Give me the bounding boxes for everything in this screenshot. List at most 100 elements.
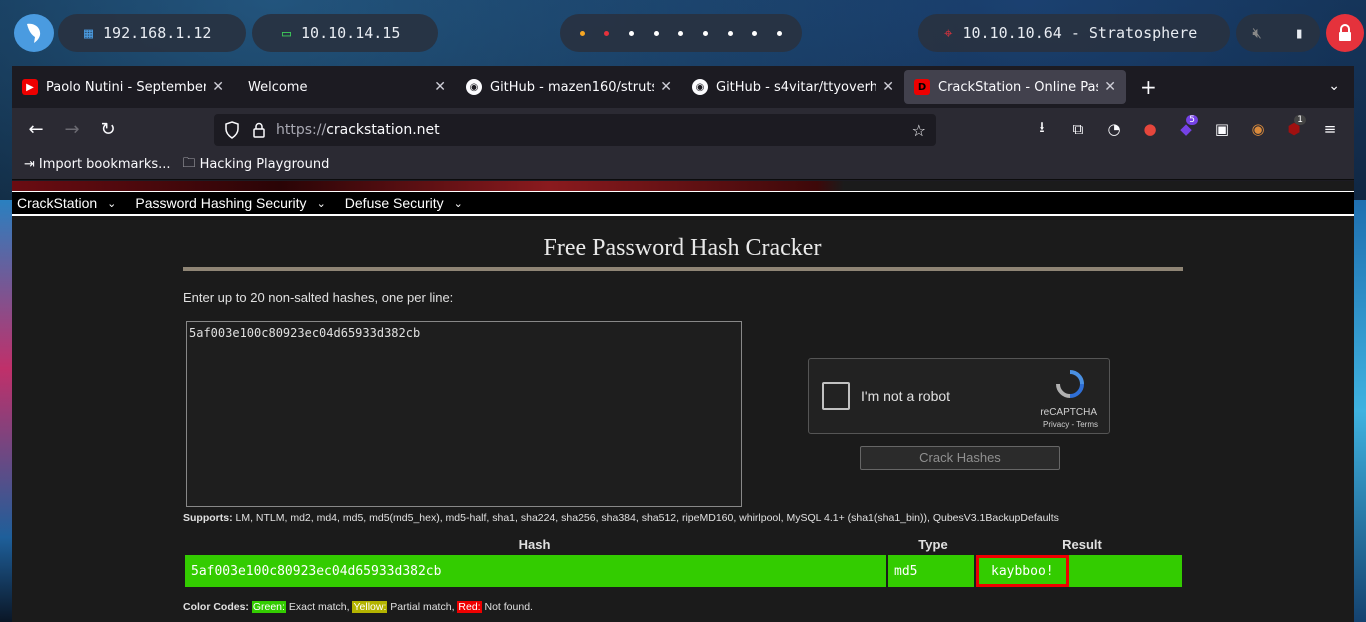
close-icon[interactable]: ✕ [882, 79, 894, 95]
browser-window: ▶ Paolo Nutini - September 2 ✕ Welcome ✕… [12, 66, 1354, 622]
title-divider [183, 267, 1183, 271]
workspace-dot[interactable] [678, 30, 684, 36]
recaptcha-links[interactable]: Privacy - Terms [1043, 420, 1098, 429]
target-label: 10.10.10.64 - Stratosphere [962, 24, 1198, 42]
recaptcha-brand: reCAPTCHA [1040, 407, 1097, 418]
youtube-icon: ▶ [22, 79, 38, 95]
recaptcha-widget: I'm not a robot reCAPTCHA Privacy - Term… [808, 358, 1110, 434]
nav-password-hashing-security[interactable]: Password Hashing Security ⌄ [130, 195, 325, 211]
tab-github-struts[interactable]: ◉ GitHub - mazen160/struts- ✕ [456, 70, 682, 104]
nav-defuse-security[interactable]: Defuse Security ⌄ [340, 195, 463, 211]
power-button[interactable] [1326, 14, 1364, 52]
recaptcha-label: I'm not a robot [861, 388, 951, 404]
vpn-ip-widget[interactable]: ▭ 10.10.14.15 [252, 14, 438, 52]
header-result: Result [1062, 537, 1102, 552]
extension-mask-icon[interactable]: ◔ [1100, 115, 1128, 143]
workspace-dot[interactable] [727, 30, 733, 36]
chevron-down-icon: ⌄ [107, 197, 117, 210]
toolbar-icons: ⭳ ⧉ ◔ ● ◆ 5 ▣ ◉ ⬢ 1 ≡ [1028, 108, 1344, 150]
lock-icon[interactable] [252, 122, 266, 138]
instructions-text: Enter up to 20 non-salted hashes, one pe… [183, 290, 454, 305]
header-hash: Hash [518, 537, 551, 552]
close-icon[interactable]: ✕ [1104, 79, 1116, 95]
bookmark-star-icon[interactable]: ☆ [912, 121, 926, 140]
page-content: CrackStation ⌄ Password Hashing Security ⌄… [12, 181, 1354, 622]
table-row: 5af003e100c80923ec04d65933d382cb md5 kay… [183, 555, 1184, 587]
supports-text: Supports: LM, NTLM, md2, md4, md5, md5(m… [183, 512, 1059, 524]
close-icon[interactable]: ✕ [660, 79, 672, 95]
hash-input[interactable]: 5af003e100c80923ec04d65933d382cb [186, 321, 742, 507]
list-all-tabs-icon[interactable]: ⌄ [1328, 78, 1340, 94]
system-tray[interactable]: 🔇︎ ▮ [1236, 14, 1320, 52]
desktop-wallpaper-left [0, 200, 12, 622]
menu-icon[interactable]: ≡ [1316, 115, 1344, 143]
desktop-wallpaper-right [1354, 200, 1366, 622]
distro-menu-button[interactable] [14, 14, 54, 52]
workspace-switcher[interactable] [560, 14, 802, 52]
network-icon: ▦ [84, 24, 94, 42]
github-icon: ◉ [692, 79, 708, 95]
result-hash: 5af003e100c80923ec04d65933d382cb [185, 555, 886, 587]
header-type: Type [918, 537, 948, 552]
color-codes: Color Codes: Green: Exact match, Yellow:… [183, 601, 533, 613]
kali-dragon-icon [27, 23, 41, 43]
workspace-dot[interactable] [629, 30, 635, 36]
bookmark-import[interactable]: ⇥ Import bookmarks... [24, 157, 171, 172]
extension-ublock-icon[interactable]: ⬢ 1 [1280, 115, 1308, 143]
extension-wappalyzer-icon[interactable]: ▣ [1208, 115, 1236, 143]
workspace-dot[interactable] [579, 30, 585, 36]
workspace-dot[interactable] [604, 30, 610, 36]
url-scheme: https:// [276, 122, 327, 138]
import-icon: ⇥ [24, 157, 35, 172]
crosshair-icon: ⌖ [944, 24, 953, 42]
tab-bar: ▶ Paolo Nutini - September 2 ✕ Welcome ✕… [12, 66, 1354, 108]
laptop-icon: ▭ [282, 24, 292, 42]
extensions-icon[interactable]: ⧉ [1064, 115, 1092, 143]
local-ip: 192.168.1.12 [103, 24, 212, 42]
extension-cookie-icon[interactable]: ● [1136, 115, 1164, 143]
nav-crackstation[interactable]: CrackStation ⌄ [12, 195, 116, 211]
navigation-bar: ← → ↻ https:// crackstation.net ☆ ⭳ ⧉ ◔ … [12, 108, 1354, 150]
close-icon[interactable]: ✕ [212, 79, 224, 95]
reload-button[interactable]: ↻ [90, 119, 126, 140]
tab-github-ttyoverhttp[interactable]: ◉ GitHub - s4vitar/ttyoverhttp ✕ [682, 70, 904, 104]
folder-icon: 🗀︎ [182, 155, 196, 171]
target-widget[interactable]: ⌖ 10.10.10.64 - Stratosphere [918, 14, 1230, 52]
crackstation-icon: D [914, 79, 930, 95]
recaptcha-logo-icon [1056, 370, 1084, 398]
back-button[interactable]: ← [18, 119, 54, 140]
battery-icon[interactable]: ▮ [1295, 24, 1304, 42]
chevron-down-icon: ⌄ [316, 197, 326, 210]
result-type: md5 [888, 555, 974, 587]
url-bar[interactable]: https:// crackstation.net ☆ [214, 114, 936, 146]
chevron-down-icon: ⌄ [453, 197, 463, 210]
workspace-dot[interactable] [703, 30, 709, 36]
local-ip-widget[interactable]: ▦ 192.168.1.12 [58, 14, 246, 52]
crack-hashes-button[interactable]: Crack Hashes [860, 446, 1060, 470]
site-nav: CrackStation ⌄ Password Hashing Security ⌄… [12, 191, 1354, 216]
close-icon[interactable]: ✕ [434, 79, 446, 95]
downloads-icon[interactable]: ⭳ [1028, 115, 1056, 143]
tab-youtube[interactable]: ▶ Paolo Nutini - September 2 ✕ [12, 70, 234, 104]
recaptcha-checkbox[interactable] [822, 382, 850, 410]
mute-icon[interactable]: 🔇︎ [1252, 24, 1261, 42]
url-host: crackstation.net [326, 122, 440, 138]
extension-foxyproxy-icon[interactable]: ◆ 5 [1172, 115, 1200, 143]
lock-icon [1339, 24, 1351, 41]
results-header: Hash Type Result [183, 537, 1184, 555]
page-title: Free Password Hash Cracker [543, 235, 822, 261]
result-cell: kaybboo! [976, 555, 1182, 587]
result-value: kaybboo! [976, 555, 1069, 587]
bookmarks-toolbar: ⇥ Import bookmarks... 🗀︎ Hacking Playgro… [12, 150, 1354, 180]
new-tab-button[interactable]: + [1140, 75, 1157, 99]
workspace-dot[interactable] [752, 30, 758, 36]
extension-cookie-editor-icon[interactable]: ◉ [1244, 115, 1272, 143]
bookmark-folder-hacking-playground[interactable]: 🗀︎ Hacking Playground [183, 154, 330, 176]
shield-icon[interactable] [224, 121, 240, 139]
tab-welcome[interactable]: Welcome ✕ [234, 70, 456, 104]
results-table: Hash Type Result 5af003e100c80923ec04d65… [183, 537, 1184, 587]
workspace-dot[interactable] [653, 30, 659, 36]
forward-button[interactable]: → [54, 119, 90, 140]
workspace-dot[interactable] [777, 30, 783, 36]
tab-crackstation[interactable]: D CrackStation - Online Pass ✕ [904, 70, 1126, 104]
